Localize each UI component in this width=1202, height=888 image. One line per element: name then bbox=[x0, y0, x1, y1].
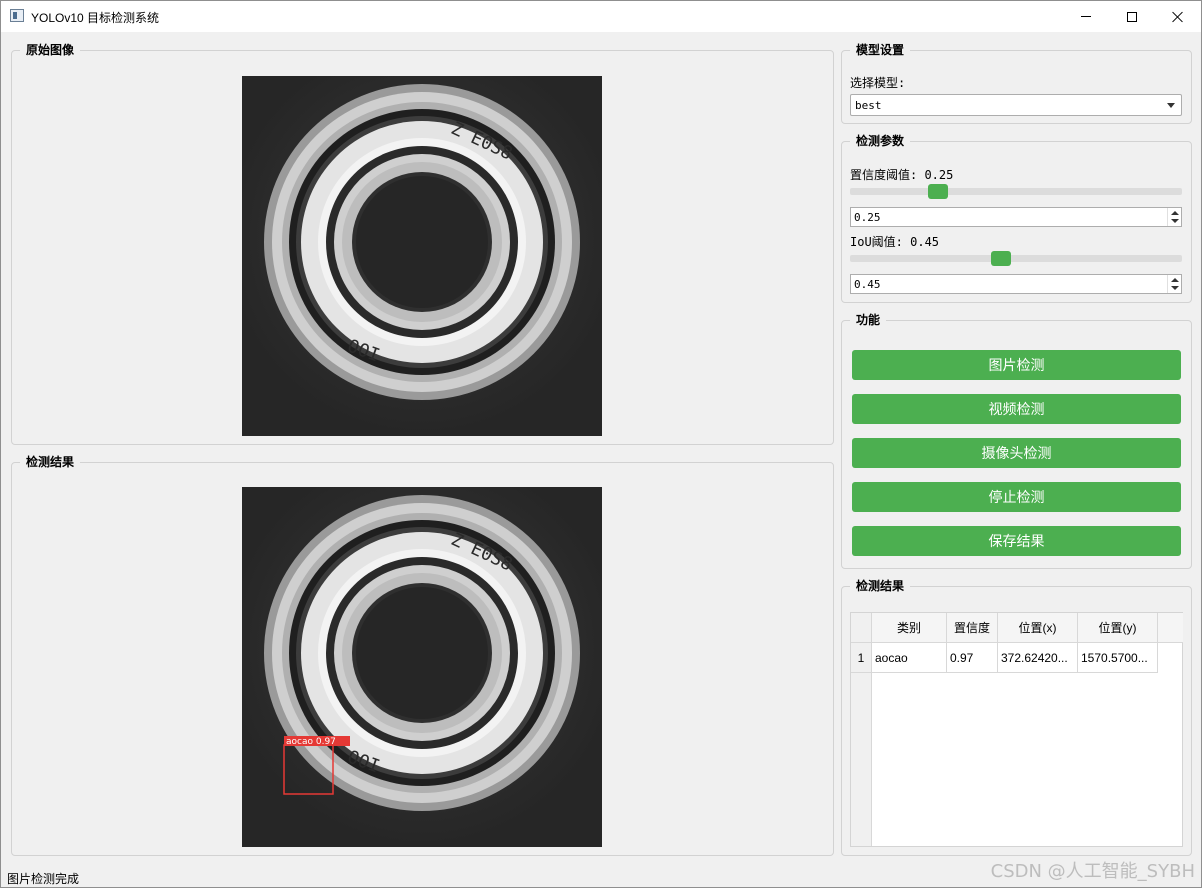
confidence-slider[interactable] bbox=[850, 188, 1182, 195]
cell-y[interactable]: 1570.5700... bbox=[1078, 643, 1158, 673]
app-icon bbox=[10, 9, 24, 22]
minimize-icon bbox=[1081, 16, 1091, 17]
header-confidence[interactable]: 置信度 bbox=[947, 613, 998, 643]
original-image: Z E0S8 IOO bbox=[242, 76, 602, 436]
watermark: CSDN @人工智能_SYBH bbox=[990, 861, 1195, 882]
title-bar: YOLOv10 目标检测系统 bbox=[1, 1, 1201, 32]
iou-slider-handle[interactable] bbox=[991, 251, 1011, 266]
iou-slider[interactable] bbox=[850, 255, 1182, 262]
cell-class[interactable]: aocao bbox=[872, 643, 947, 673]
model-settings-title: 模型设置 bbox=[850, 42, 911, 58]
table-corner[interactable] bbox=[851, 613, 872, 643]
results-table[interactable]: 类别 置信度 位置(x) 位置(y) 1 aocao 0.97 372.6242… bbox=[850, 612, 1183, 847]
model-select[interactable]: best bbox=[850, 94, 1182, 116]
spin-up-icon[interactable] bbox=[1171, 278, 1179, 282]
camera-detect-button[interactable]: 摄像头检测 bbox=[852, 438, 1181, 468]
maximize-button[interactable] bbox=[1109, 1, 1155, 32]
confidence-spinbox-value: 0.25 bbox=[854, 211, 881, 224]
confidence-threshold-label: 置信度阈值: 0.25 bbox=[850, 168, 954, 182]
status-bar: 图片检测完成 bbox=[7, 872, 80, 886]
detection-params-title: 检测参数 bbox=[850, 133, 911, 149]
select-model-label: 选择模型: bbox=[850, 76, 906, 90]
video-detect-button[interactable]: 视频检测 bbox=[852, 394, 1181, 424]
confidence-spinbox[interactable]: 0.25 bbox=[850, 207, 1182, 227]
functions-title: 功能 bbox=[850, 312, 887, 328]
iou-spinbox-value: 0.45 bbox=[854, 278, 881, 291]
cell-confidence[interactable]: 0.97 bbox=[947, 643, 998, 673]
window-title: YOLOv10 目标检测系统 bbox=[31, 11, 160, 25]
save-results-button[interactable]: 保存结果 bbox=[852, 526, 1181, 556]
iou-spinbox[interactable]: 0.45 bbox=[850, 274, 1182, 294]
close-button[interactable] bbox=[1155, 1, 1201, 32]
confidence-slider-handle[interactable] bbox=[928, 184, 948, 199]
result-image-title: 检测结果 bbox=[20, 454, 81, 470]
bearing-result-image: Z E0S8 IOO aocao 0.97 bbox=[242, 487, 602, 847]
iou-threshold-label: IoU阈值: 0.45 bbox=[850, 235, 940, 249]
maximize-icon bbox=[1127, 11, 1137, 22]
dropdown-arrow-icon bbox=[1167, 103, 1175, 108]
spin-down-icon[interactable] bbox=[1171, 219, 1179, 223]
image-detect-button[interactable]: 图片检测 bbox=[852, 350, 1181, 380]
bearing-image: Z E0S8 IOO bbox=[242, 76, 602, 436]
row-number[interactable]: 1 bbox=[851, 643, 872, 673]
result-image: Z E0S8 IOO aocao 0.97 bbox=[242, 487, 602, 847]
spin-up-icon[interactable] bbox=[1171, 211, 1179, 215]
detection-label: aocao 0.97 bbox=[286, 737, 336, 747]
cell-x[interactable]: 372.62420... bbox=[998, 643, 1078, 673]
header-class[interactable]: 类别 bbox=[872, 613, 947, 643]
iou-spin-arrows[interactable] bbox=[1167, 275, 1181, 293]
stop-detect-button[interactable]: 停止检测 bbox=[852, 482, 1181, 512]
close-icon bbox=[1172, 11, 1184, 23]
header-filler bbox=[1158, 613, 1183, 643]
minimize-button[interactable] bbox=[1063, 1, 1109, 32]
model-select-value: best bbox=[855, 99, 882, 112]
header-x[interactable]: 位置(x) bbox=[998, 613, 1078, 643]
row-header-filler bbox=[851, 673, 872, 846]
app-window: YOLOv10 目标检测系统 原始图像 Z E0S8 IOO 检测结果 Z E0… bbox=[0, 0, 1202, 888]
results-table-title: 检测结果 bbox=[850, 578, 911, 594]
spin-down-icon[interactable] bbox=[1171, 286, 1179, 290]
original-image-title: 原始图像 bbox=[20, 42, 81, 58]
confidence-spin-arrows[interactable] bbox=[1167, 208, 1181, 226]
header-y[interactable]: 位置(y) bbox=[1078, 613, 1158, 643]
